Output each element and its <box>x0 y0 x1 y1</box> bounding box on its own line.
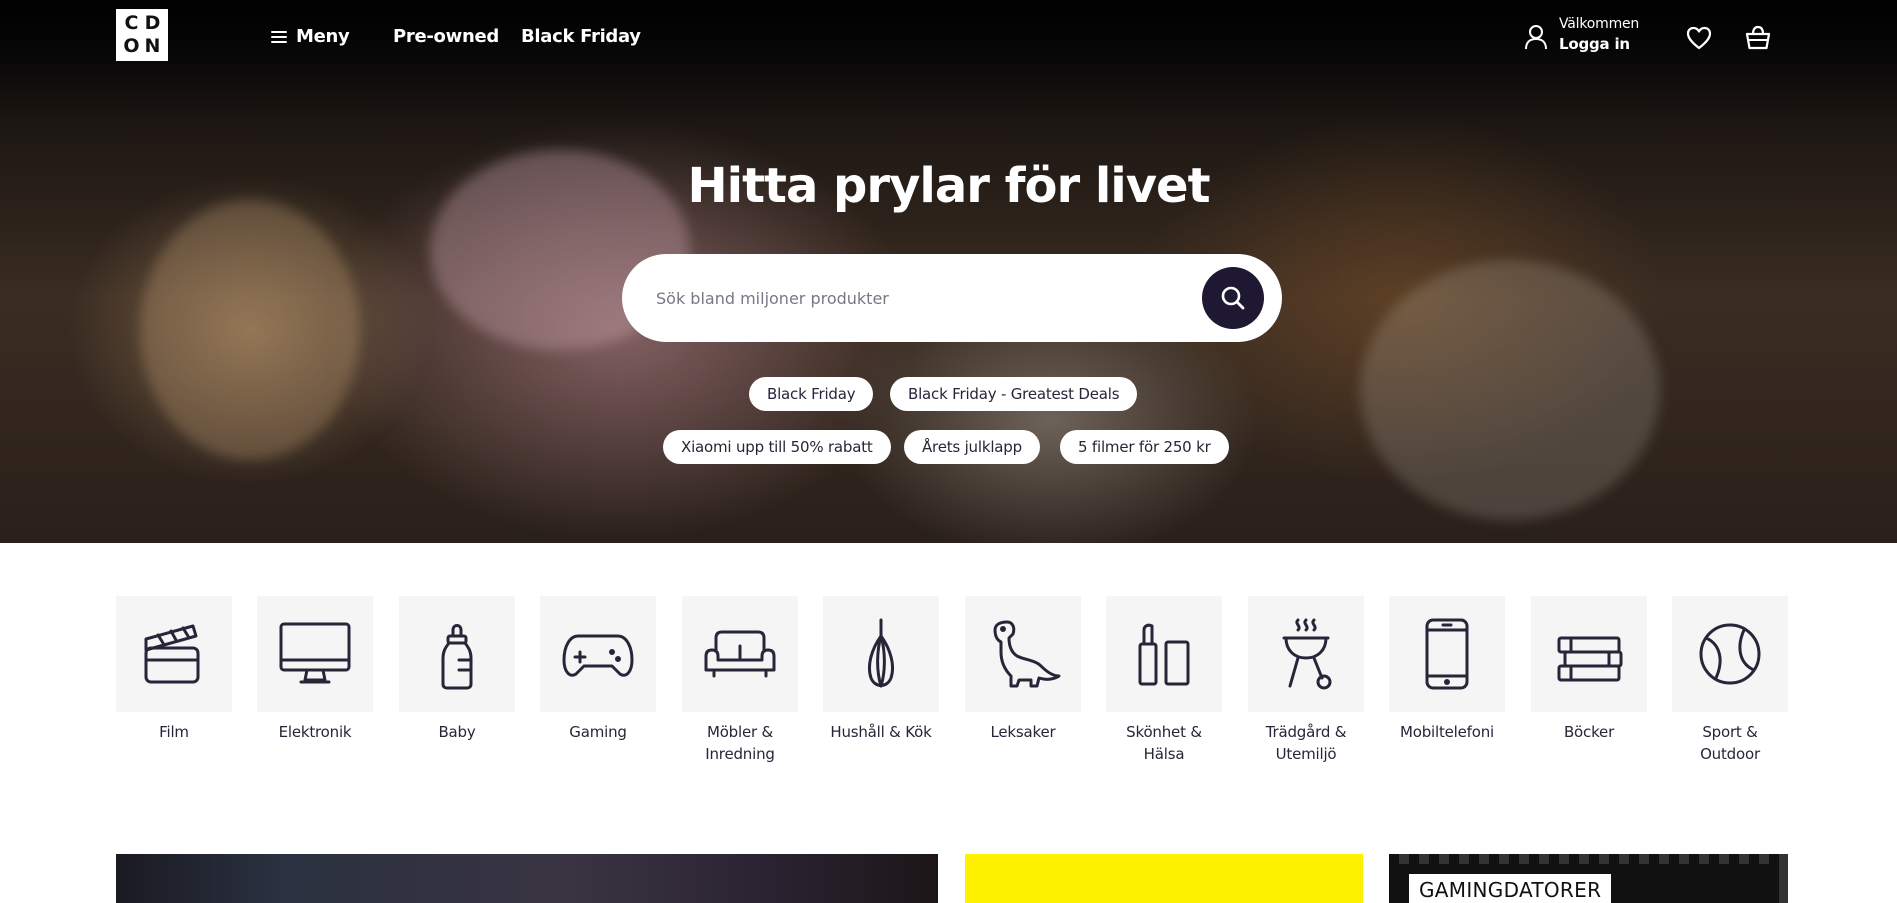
category-label: Gaming <box>569 723 627 741</box>
promo-banner-yellow[interactable] <box>965 854 1363 903</box>
category-tradgard-utemiljo[interactable]: Trädgård & Utemiljö <box>1248 596 1364 765</box>
category-sport-outdoor[interactable]: Sport & Outdoor <box>1672 596 1788 765</box>
login-text: Logga in <box>1559 35 1630 53</box>
sofa-icon <box>704 630 776 678</box>
category-tile <box>116 596 232 712</box>
basket-icon[interactable] <box>1745 25 1771 50</box>
category-label: Trädgård & Utemiljö <box>1265 723 1347 763</box>
category-tile <box>965 596 1081 712</box>
chip-julklapp[interactable]: Årets julklapp <box>904 430 1040 464</box>
promo-banner-gaming[interactable]: GAMINGDATORER <box>1389 854 1788 903</box>
category-tile <box>1531 596 1647 712</box>
category-tile <box>1106 596 1222 712</box>
category-label: Film <box>159 723 189 741</box>
mobile-phone-icon <box>1425 618 1469 690</box>
category-skonhet-halsa[interactable]: Skönhet & Hälsa <box>1106 596 1222 765</box>
category-label: Böcker <box>1563 723 1615 741</box>
clapperboard-icon <box>144 624 200 684</box>
hero-image-area <box>140 200 360 460</box>
category-tile <box>399 596 515 712</box>
hero-title: Hitta prylar för livet <box>687 158 1210 214</box>
dinosaur-icon <box>993 620 1061 688</box>
chip-black-friday[interactable]: Black Friday <box>749 377 874 411</box>
menu-icon[interactable] <box>271 31 287 43</box>
search-icon <box>1221 286 1245 310</box>
category-label: Elektronik <box>278 723 352 741</box>
nav-black-friday[interactable]: Black Friday <box>521 26 641 47</box>
monitor-icon <box>279 622 351 684</box>
category-label: Mobiltelefoni <box>1399 723 1494 741</box>
search-button[interactable] <box>1202 267 1264 329</box>
logo-letter: N <box>144 35 161 57</box>
category-label: Hushåll & Kök <box>830 723 932 741</box>
category-tile <box>1389 596 1505 712</box>
logo-letter: D <box>144 12 161 34</box>
grill-icon <box>1282 618 1332 690</box>
menu-button[interactable]: Meny <box>296 26 350 47</box>
category-gaming[interactable]: Gaming <box>540 596 656 743</box>
category-label: Baby <box>438 723 476 741</box>
category-tile <box>1672 596 1788 712</box>
category-bocker[interactable]: Böcker <box>1531 596 1647 743</box>
heart-icon[interactable] <box>1686 26 1712 50</box>
logo-letter: C <box>124 12 139 34</box>
category-leksaker[interactable]: Leksaker <box>965 596 1081 743</box>
category-elektronik[interactable]: Elektronik <box>257 596 373 743</box>
category-hushall-kok[interactable]: Hushåll & Kök <box>823 596 939 743</box>
chip-black-friday-deals[interactable]: Black Friday - Greatest Deals <box>890 377 1138 411</box>
search-input[interactable] <box>656 278 1176 318</box>
category-tile <box>540 596 656 712</box>
category-tile <box>1248 596 1364 712</box>
hero-image-area <box>1360 260 1660 520</box>
category-tile <box>682 596 798 712</box>
promo-banner-image[interactable] <box>116 854 938 903</box>
tennis-ball-icon <box>1699 623 1761 685</box>
category-mobiltelefoni[interactable]: Mobiltelefoni <box>1389 596 1505 743</box>
chip-xiaomi[interactable]: Xiaomi upp till 50% rabatt <box>663 430 891 464</box>
category-tile <box>823 596 939 712</box>
category-label: Leksaker <box>990 723 1056 741</box>
category-baby[interactable]: Baby <box>399 596 515 743</box>
logo-letter: O <box>123 35 140 57</box>
hero-banner: C D O N Meny Pre-owned Black Friday Välk… <box>0 0 1897 543</box>
category-film[interactable]: Film <box>116 596 232 743</box>
welcome-text: Välkommen <box>1559 16 1640 32</box>
category-mobler-inredning[interactable]: Möbler & Inredning <box>682 596 798 765</box>
category-tile <box>257 596 373 712</box>
cdon-logo[interactable]: C D O N <box>116 9 168 61</box>
category-label: Skönhet & Hälsa <box>1126 723 1202 763</box>
cosmetics-icon <box>1138 623 1190 686</box>
category-label: Sport & Outdoor <box>1700 723 1760 763</box>
user-icon <box>1525 25 1547 50</box>
books-icon <box>1557 636 1623 682</box>
gamepad-icon <box>562 634 634 677</box>
chip-filmer[interactable]: 5 filmer för 250 kr <box>1060 430 1229 464</box>
gaming-banner-tag: GAMINGDATORER <box>1409 874 1612 903</box>
whisk-icon <box>867 618 895 688</box>
category-label: Möbler & Inredning <box>705 723 775 763</box>
nav-pre-owned[interactable]: Pre-owned <box>393 26 499 47</box>
baby-bottle-icon <box>441 624 473 690</box>
search-bar <box>622 254 1282 342</box>
